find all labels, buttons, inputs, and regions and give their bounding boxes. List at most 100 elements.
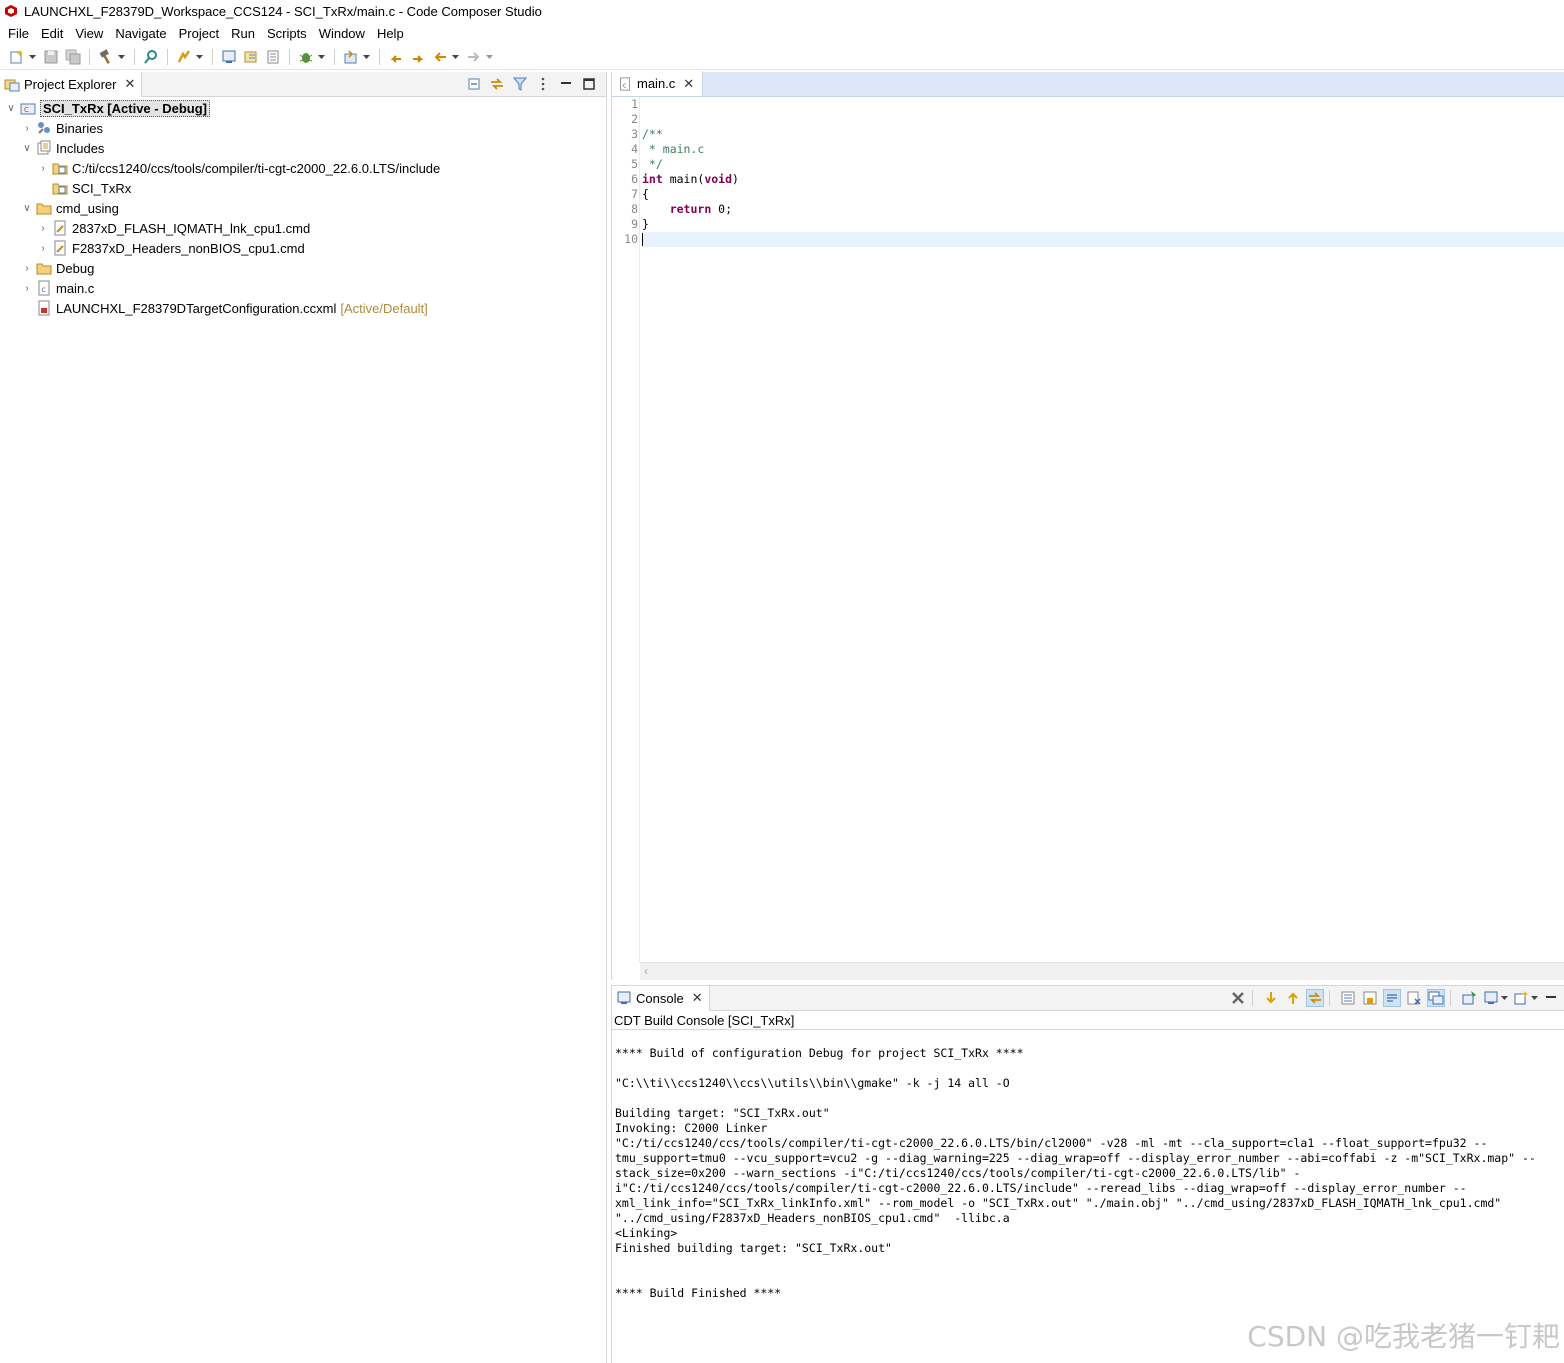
minimize-icon[interactable]	[557, 75, 575, 93]
chevron-down-icon[interactable]: ∨	[20, 198, 34, 218]
word-wrap-icon[interactable]	[1383, 989, 1401, 1007]
copy-build-log-icon[interactable]	[1339, 989, 1357, 1007]
tree-item-include-path[interactable]: › C:/ti/ccs1240/ccs/tools/compiler/ti-cg…	[0, 158, 606, 178]
tree-item-target-config[interactable]: LAUNCHXL_F28379DTargetConfiguration.ccxm…	[0, 298, 606, 318]
line-number: 3	[631, 127, 638, 141]
clear-console-icon[interactable]	[1405, 989, 1423, 1007]
tree-item-label: Debug	[56, 260, 95, 276]
tab-project-explorer[interactable]: Project Explorer ✕	[0, 71, 143, 97]
tree-item-binaries[interactable]: › Binaries	[0, 118, 606, 138]
previous-error-icon[interactable]	[1284, 989, 1302, 1007]
chevron-right-icon[interactable]: ›	[20, 278, 34, 298]
display-selected-console-icon[interactable]	[1482, 989, 1500, 1007]
tree-item-include-project[interactable]: SCI_TxRx	[0, 178, 606, 198]
terminal-icon[interactable]	[220, 48, 238, 66]
chevron-down-icon[interactable]: ∨	[20, 138, 34, 158]
next-annotation-icon[interactable]	[409, 48, 427, 66]
tree-item-cmd-file[interactable]: › F2837xD_Headers_nonBIOS_cpu1.cmd	[0, 238, 606, 258]
menu-scripts[interactable]: Scripts	[261, 26, 313, 41]
next-error-icon[interactable]	[1262, 989, 1280, 1007]
forward-arrow-icon[interactable]	[465, 48, 483, 66]
line-number: 5	[631, 157, 638, 171]
view-menu-icon[interactable]	[534, 75, 552, 93]
menu-window[interactable]: Window	[313, 26, 371, 41]
menu-view[interactable]: View	[69, 26, 109, 41]
display-console-dropdown-icon[interactable]	[1500, 989, 1508, 1007]
tree-item-main-c[interactable]: › c main.c	[0, 278, 606, 298]
memory-browser-icon[interactable]	[264, 48, 282, 66]
code-token: main(	[662, 172, 705, 186]
new-dropdown-icon[interactable]	[28, 48, 36, 66]
include-folder-icon	[52, 180, 68, 196]
tree-item-label: C:/ti/ccs1240/ccs/tools/compiler/ti-cgt-…	[72, 160, 441, 176]
back-dropdown-icon[interactable]	[451, 48, 459, 66]
tab-main-c[interactable]: c main.c ✕	[612, 71, 704, 96]
close-icon[interactable]: ✕	[683, 76, 694, 92]
project-explorer-panel: Project Explorer ✕ ∨ C SCI_TxRx [Active …	[0, 71, 607, 1363]
save-all-icon[interactable]	[64, 48, 82, 66]
console-output[interactable]: **** Build of configuration Debug for pr…	[612, 1030, 1564, 1301]
open-console-dropdown-icon[interactable]	[1530, 989, 1538, 1007]
tree-item-includes[interactable]: ∨ Includes	[0, 138, 606, 158]
code-text[interactable]: /** * main.c */ int main(void) { return …	[642, 97, 1564, 962]
collapse-all-icon[interactable]	[465, 75, 483, 93]
close-icon[interactable]: ✕	[124, 76, 135, 92]
link-with-editor-icon[interactable]	[1306, 989, 1324, 1007]
chevron-right-icon[interactable]: ›	[36, 218, 50, 238]
tree-item-label: cmd_using	[56, 200, 119, 216]
tree-item-debug[interactable]: › Debug	[0, 258, 606, 278]
tree-item-label: 2837xD_FLASH_IQMATH_lnk_cpu1.cmd	[72, 220, 311, 236]
open-resource-icon[interactable]	[242, 48, 260, 66]
tree-item-project[interactable]: ∨ C SCI_TxRx [Active - Debug]	[0, 98, 606, 118]
build-hammer-icon[interactable]	[97, 48, 115, 66]
flash-icon[interactable]	[175, 48, 193, 66]
chevron-right-icon[interactable]: ›	[20, 118, 34, 138]
link-with-editor-icon[interactable]	[488, 75, 506, 93]
menu-edit[interactable]: Edit	[35, 26, 69, 41]
tree-item-label: F2837xD_Headers_nonBIOS_cpu1.cmd	[72, 240, 305, 256]
tree-item-cmd-using[interactable]: ∨ cmd_using	[0, 198, 606, 218]
external-tools-icon[interactable]	[342, 48, 360, 66]
save-icon[interactable]	[42, 48, 60, 66]
code-editor[interactable]: 1 2 3 4 5 6 7 8 9 10 /** * main.c */ int…	[612, 97, 1564, 962]
debug-bug-icon[interactable]	[297, 48, 315, 66]
forward-dropdown-icon[interactable]	[485, 48, 493, 66]
toolbar-separator	[89, 48, 90, 65]
pin-console-icon[interactable]	[1460, 989, 1478, 1007]
filter-icon[interactable]	[511, 75, 529, 93]
remove-all-terminated-icon[interactable]	[1229, 989, 1247, 1007]
menu-help[interactable]: Help	[371, 26, 410, 41]
flash-dropdown-icon[interactable]	[195, 48, 203, 66]
new-icon[interactable]	[8, 48, 26, 66]
menu-navigate[interactable]: Navigate	[109, 26, 172, 41]
minimize-icon[interactable]	[1542, 989, 1560, 1007]
console-line: Finished building target: "SCI_TxRx.out"	[615, 1241, 892, 1255]
close-icon[interactable]: ✕	[692, 990, 703, 1006]
tab-console[interactable]: Console ✕	[612, 985, 710, 1011]
save-console-icon[interactable]	[1361, 989, 1379, 1007]
menu-run[interactable]: Run	[225, 26, 261, 41]
open-console-icon[interactable]	[1512, 989, 1530, 1007]
line-number-gutter: 1 2 3 4 5 6 7 8 9 10	[612, 97, 640, 962]
tree-item-cmd-file[interactable]: › 2837xD_FLASH_IQMATH_lnk_cpu1.cmd	[0, 218, 606, 238]
search-icon[interactable]	[142, 48, 160, 66]
chevron-right-icon[interactable]: ›	[36, 238, 50, 258]
back-arrow-icon[interactable]	[431, 48, 449, 66]
external-tools-dropdown-icon[interactable]	[362, 48, 370, 66]
menu-project[interactable]: Project	[173, 26, 225, 41]
build-dropdown-icon[interactable]	[117, 48, 125, 66]
console-line: tmu_support=tmu0 --vcu_support=vcu2 -g -…	[615, 1151, 1536, 1165]
maximize-icon[interactable]	[580, 75, 598, 93]
chevron-right-icon[interactable]: ›	[20, 258, 34, 278]
editor-tabbar: c main.c ✕	[612, 71, 1564, 97]
debug-dropdown-icon[interactable]	[317, 48, 325, 66]
show-console-on-build-icon[interactable]	[1427, 989, 1445, 1007]
prev-annotation-icon[interactable]	[387, 48, 405, 66]
chevron-down-icon[interactable]: ∨	[4, 98, 18, 118]
horizontal-scrollbar[interactable]: ‹	[640, 962, 1564, 980]
code-line: * main.c	[642, 142, 705, 156]
chevron-right-icon[interactable]: ›	[36, 158, 50, 178]
menu-file[interactable]: File	[2, 26, 35, 41]
